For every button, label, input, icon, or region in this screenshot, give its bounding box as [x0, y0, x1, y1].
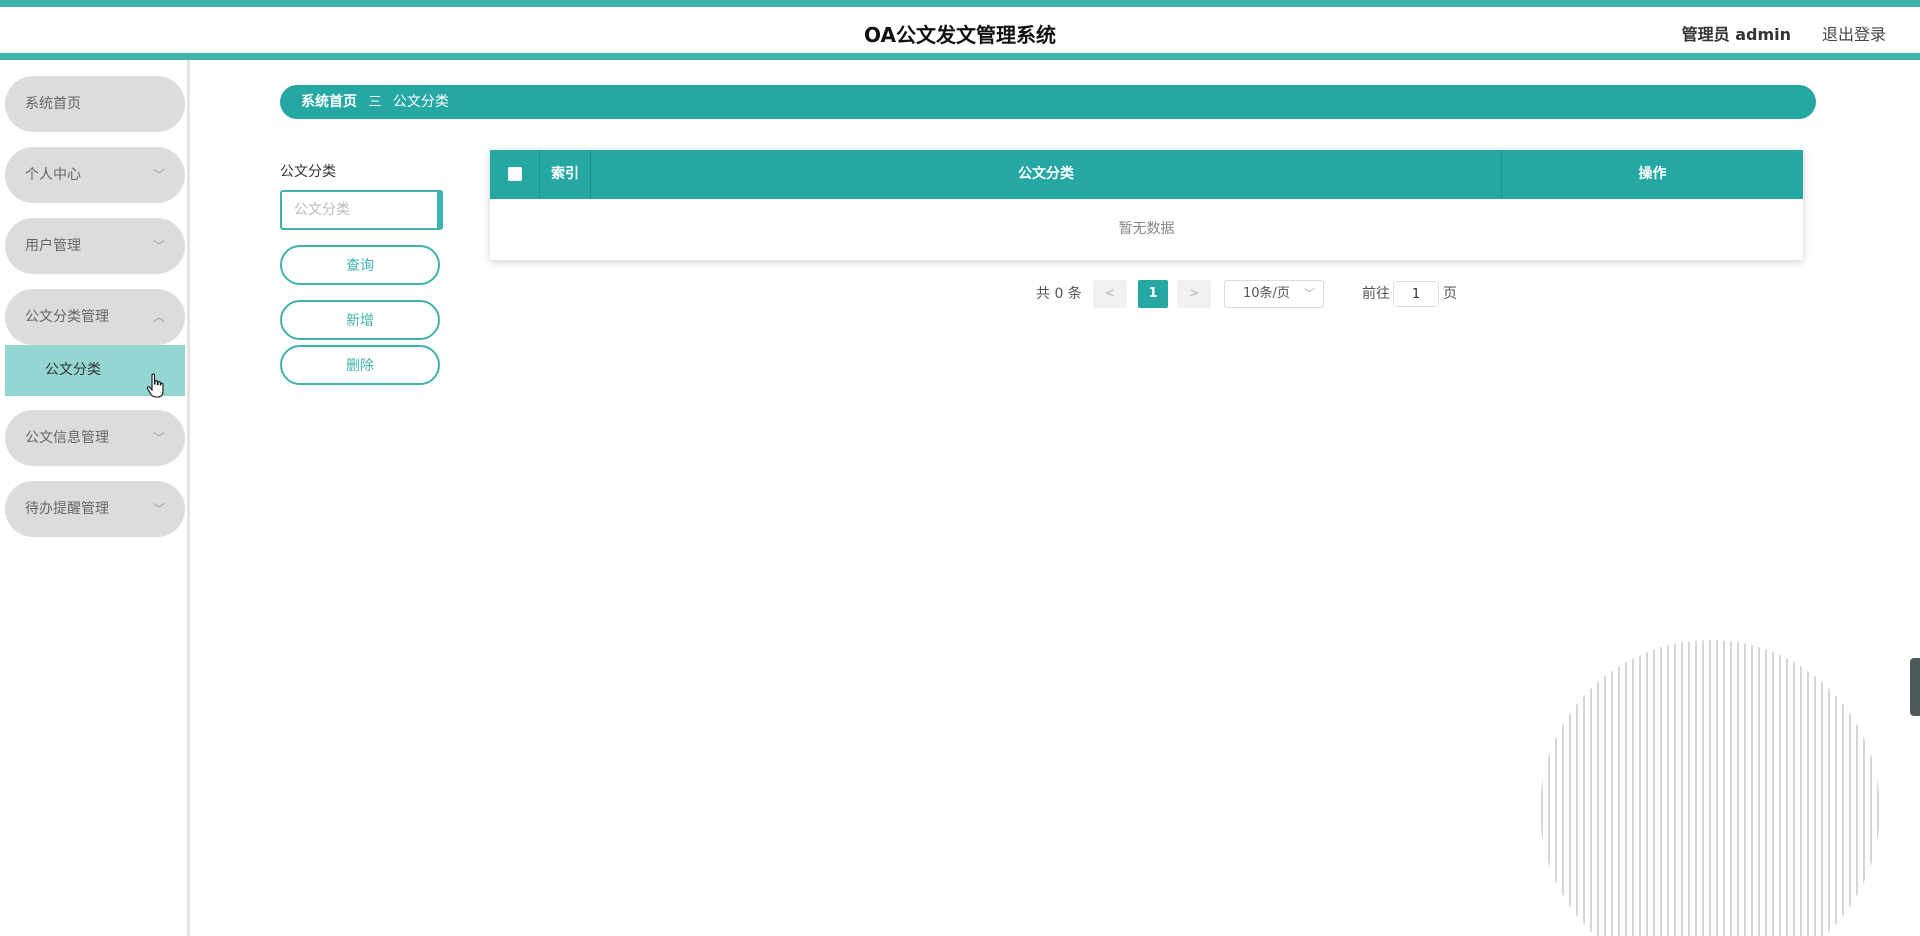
goto-label: 前往 [1362, 286, 1390, 302]
sidebar-item-label: 个人中心 [25, 167, 81, 183]
chevron-down-icon: ﹀ [152, 431, 165, 445]
category-search-input[interactable] [280, 190, 443, 230]
sidebar-item-doc-info-management[interactable]: 公文信息管理 ﹀ [5, 410, 185, 466]
data-table: 索引 公文分类 操作 暂无数据 [490, 150, 1803, 260]
sidebar-item-label: 待办提醒管理 [25, 501, 109, 517]
select-all-checkbox[interactable] [507, 167, 522, 181]
chevron-down-icon: ﹀ [152, 168, 165, 182]
sidebar-item-todo-reminder-management[interactable]: 待办提醒管理 ﹀ [5, 481, 185, 537]
decorative-striped-circle [1541, 640, 1879, 936]
chevron-down-icon: ﹀ [1304, 287, 1315, 300]
top-header: OA公文发文管理系统 管理员 admin 退出登录 [0, 0, 1920, 60]
sidebar: 系统首页 个人中心 ﹀ 用户管理 ﹀ 公文分类管理 ︿ 公文分类 公文信息管理 … [0, 60, 190, 936]
next-page-button[interactable]: > [1177, 280, 1211, 308]
chevron-down-icon: ﹀ [152, 239, 165, 253]
hand-cursor-icon [146, 373, 164, 398]
chevron-down-icon: ﹀ [152, 502, 165, 516]
sidebar-item-label: 系统首页 [25, 96, 81, 112]
add-button[interactable]: 新增 [280, 300, 440, 340]
prev-page-button[interactable]: < [1093, 280, 1127, 308]
column-header-index: 索引 [540, 150, 591, 199]
app-title: OA公文发文管理系统 [864, 23, 1056, 47]
side-drawer-tab[interactable] [1910, 658, 1920, 716]
column-header-category: 公文分类 [591, 150, 1502, 199]
breadcrumb-current: 公文分类 [392, 94, 449, 110]
sidebar-item-personal-center[interactable]: 个人中心 ﹀ [5, 147, 185, 203]
pagination-total: 共 0 条 [1036, 286, 1082, 302]
breadcrumb-home-link[interactable]: 系统首页 [301, 94, 357, 110]
page-number-current[interactable]: 1 [1138, 280, 1168, 308]
column-header-actions: 操作 [1638, 166, 1667, 182]
page-size-select[interactable]: 10条/页 ﹀ [1224, 280, 1324, 308]
page-size-value: 10条/页 [1243, 286, 1290, 301]
page-unit-label: 页 [1443, 286, 1457, 302]
chevron-up-icon: ︿ [152, 310, 165, 324]
admin-user-label: 管理员 admin [1681, 25, 1791, 44]
sidebar-item-label: 公文分类管理 [25, 309, 109, 325]
sidebar-subitem-label: 公文分类 [45, 362, 101, 378]
query-button[interactable]: 查询 [280, 245, 440, 285]
table-empty-text: 暂无数据 [1118, 221, 1175, 237]
breadcrumb: 系统首页 三 公文分类 [280, 85, 1816, 119]
breadcrumb-separator-icon: 三 [368, 95, 382, 110]
table-header: 索引 公文分类 操作 [490, 150, 1803, 199]
sidebar-item-doc-category-management[interactable]: 公文分类管理 ︿ [5, 289, 185, 345]
sidebar-item-home[interactable]: 系统首页 [5, 76, 185, 132]
sidebar-item-label: 用户管理 [25, 238, 81, 254]
logout-link[interactable]: 退出登录 [1822, 21, 1886, 45]
sidebar-item-user-management[interactable]: 用户管理 ﹀ [5, 218, 185, 274]
table-header-select [490, 150, 540, 199]
sidebar-item-label: 公文信息管理 [25, 430, 109, 446]
delete-button[interactable]: 删除 [280, 345, 440, 385]
filter-label: 公文分类 [280, 164, 336, 180]
goto-page-input[interactable] [1393, 281, 1439, 307]
